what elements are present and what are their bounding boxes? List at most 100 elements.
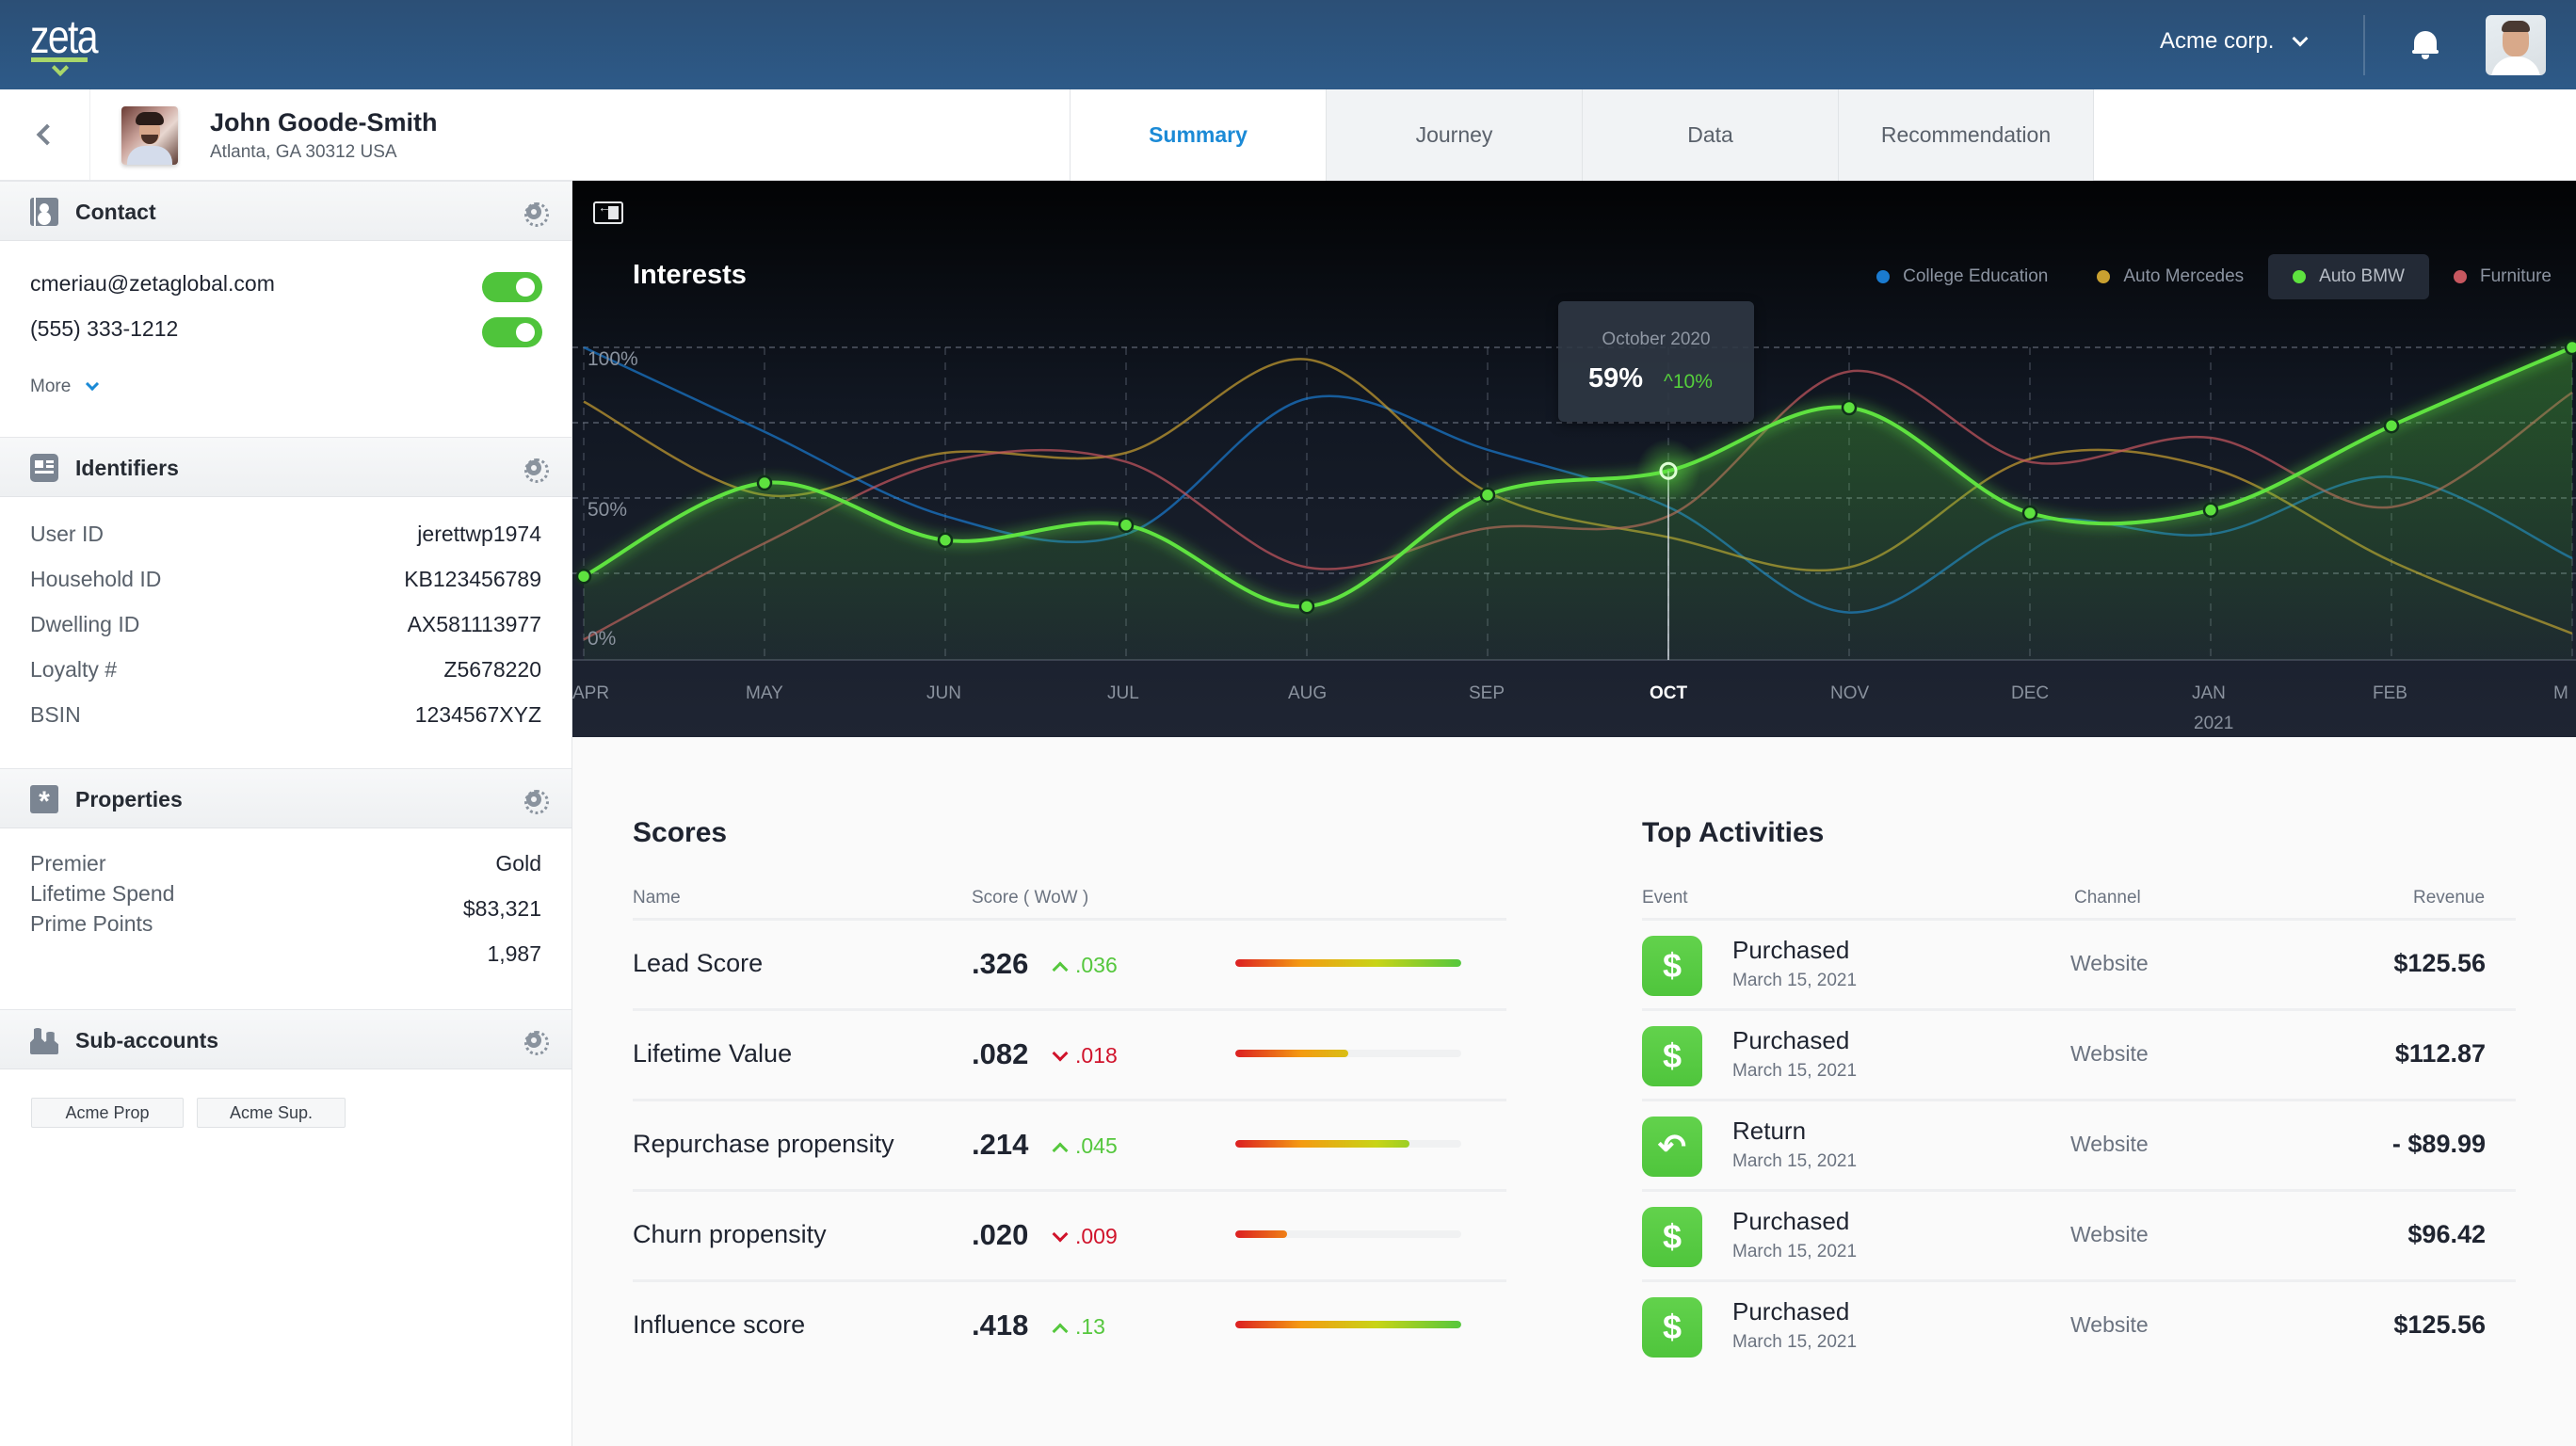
activity-date: March 15, 2021 xyxy=(1732,1332,1858,1352)
tab-data[interactable]: Data xyxy=(1582,89,1838,181)
x-tick-label: FEB xyxy=(2373,683,2407,703)
activity-date: March 15, 2021 xyxy=(1732,1242,1858,1261)
score-bar xyxy=(1235,1321,1461,1328)
data-point xyxy=(1479,487,1496,504)
x-tick-label: OCT xyxy=(1650,683,1688,703)
score-bar-fill xyxy=(1235,1140,1409,1148)
activity-revenue: - $89.99 xyxy=(2391,1130,2486,1158)
activity-channel: Website xyxy=(2070,1222,2149,1246)
dollar-icon: $ xyxy=(1642,1297,1702,1358)
brand-name: zeta xyxy=(30,10,99,63)
tab-summary[interactable]: Summary xyxy=(1070,89,1326,181)
data-point xyxy=(2202,502,2219,519)
org-name: Acme corp. xyxy=(2160,28,2275,54)
score-delta: .13 xyxy=(1052,1314,1105,1340)
dollar-icon: $ xyxy=(1642,936,1702,996)
arrow-up-icon xyxy=(1052,1323,1069,1339)
top-bar: zeta Acme corp. xyxy=(0,0,2576,89)
activity-revenue: $96.42 xyxy=(2407,1220,2486,1248)
activity-channel: Website xyxy=(2070,1132,2149,1156)
tooltip-delta-value: 10% xyxy=(1672,371,1713,393)
more-button[interactable]: More xyxy=(30,377,100,397)
score-delta-value: .045 xyxy=(1075,1133,1118,1158)
score-row: Churn propensity .020 .009 xyxy=(633,1189,1506,1279)
gear-icon[interactable] xyxy=(524,790,549,814)
activity-event: Purchased xyxy=(1732,936,1850,964)
legend-item-auto-bmw[interactable]: Auto BMW xyxy=(2268,254,2429,299)
x-tick-label: JUL xyxy=(1107,683,1139,703)
legend-item-auto-mercedes[interactable]: Auto Mercedes xyxy=(2072,254,2268,299)
score-value: .418 xyxy=(972,1309,1029,1342)
contact-section-header: Contact xyxy=(0,181,572,241)
identifier-label: Dwelling ID xyxy=(30,612,140,636)
score-name: Lead Score xyxy=(633,949,764,977)
legend-label: College Education xyxy=(1903,266,2049,286)
bell-icon[interactable] xyxy=(2412,28,2439,60)
phone-toggle[interactable] xyxy=(482,317,542,347)
activity-revenue: $125.56 xyxy=(2393,949,2486,977)
section-title: Sub-accounts xyxy=(75,1028,219,1052)
activity-channel: Website xyxy=(2070,1312,2149,1337)
activity-event: Purchased xyxy=(1732,1297,1850,1326)
score-delta: .036 xyxy=(1052,953,1118,978)
activity-row[interactable]: ↶ Return March 15, 2021 Website - $89.99 xyxy=(1642,1099,2516,1189)
activity-row[interactable]: $ Purchased March 15, 2021 Website $112.87 xyxy=(1642,1008,2516,1099)
score-value: .082 xyxy=(972,1037,1029,1070)
x-tick-label: APR xyxy=(572,683,609,703)
return-icon: ↶ xyxy=(1642,1117,1702,1177)
chevron-down-icon xyxy=(86,377,100,392)
caret-up-icon: ^ xyxy=(1664,371,1673,393)
legend-dot xyxy=(2453,270,2467,283)
zeta-logo[interactable]: zeta xyxy=(30,10,109,77)
gear-icon[interactable] xyxy=(524,458,549,483)
score-bar-fill xyxy=(1235,1321,1461,1328)
y-tick-label: 50% xyxy=(588,499,627,521)
property-value: Gold xyxy=(495,851,541,876)
score-bar xyxy=(1235,1230,1461,1238)
property-label: Lifetime Spend xyxy=(30,881,175,906)
back-button[interactable] xyxy=(0,89,90,180)
legend-item-college-education[interactable]: College Education xyxy=(1852,254,2072,299)
identifier-label: BSIN xyxy=(30,702,81,727)
user-avatar[interactable] xyxy=(2486,15,2546,75)
chart-title: Interests xyxy=(633,260,747,290)
activity-row[interactable]: $ Purchased March 15, 2021 Website $96.42 xyxy=(1642,1189,2516,1279)
arrow-down-icon xyxy=(1052,1226,1069,1242)
x-tick-label: AUG xyxy=(1288,683,1327,703)
gear-icon[interactable] xyxy=(524,202,549,227)
tab-recommendation[interactable]: Recommendation xyxy=(1838,89,2094,181)
activity-row[interactable]: $ Purchased March 15, 2021 Website $125.56 xyxy=(1642,1279,2516,1370)
data-point xyxy=(2383,417,2400,434)
identifier-value: AX581113977 xyxy=(407,612,541,636)
activity-row[interactable]: $ Purchased March 15, 2021 Website $125.56 xyxy=(1642,918,2516,1008)
property-label: Prime Points xyxy=(30,911,153,936)
x-tick-label: NOV xyxy=(1830,683,1870,703)
score-bar xyxy=(1235,959,1461,967)
chart-tooltip: October 2020 59% ^10% xyxy=(1558,301,1754,422)
score-delta: .045 xyxy=(1052,1133,1118,1159)
activity-date: March 15, 2021 xyxy=(1732,1151,1858,1171)
identifier-label: User ID xyxy=(30,522,104,546)
activity-event: Return xyxy=(1732,1117,1807,1145)
x-tick-label: JUN xyxy=(926,683,961,703)
score-bar-fill xyxy=(1235,959,1461,967)
email-toggle[interactable] xyxy=(482,272,542,302)
subaccount-chip[interactable]: Acme Prop xyxy=(31,1098,184,1128)
org-selector[interactable]: Acme corp. xyxy=(2160,28,2309,55)
chevron-left-icon xyxy=(36,123,58,146)
legend-dot xyxy=(2097,270,2111,283)
activity-revenue: $125.56 xyxy=(2393,1310,2486,1339)
arrow-up-icon xyxy=(1052,961,1069,977)
x-tick-label: JAN xyxy=(2192,683,2226,703)
score-value: .020 xyxy=(972,1218,1029,1251)
collapse-panel-icon[interactable] xyxy=(593,200,623,224)
activities-header-channel: Channel xyxy=(2074,888,2141,908)
score-row: Lifetime Value .082 .018 xyxy=(633,1008,1506,1099)
activities-header-revenue: Revenue xyxy=(2413,888,2486,908)
subaccount-chip[interactable]: Acme Sup. xyxy=(197,1098,346,1128)
legend-item-furniture[interactable]: Furniture xyxy=(2429,254,2576,299)
gear-icon[interactable] xyxy=(524,1031,549,1055)
tab-journey[interactable]: Journey xyxy=(1326,89,1582,181)
score-value: .214 xyxy=(972,1128,1029,1161)
property-value: $83,321 xyxy=(462,896,541,921)
